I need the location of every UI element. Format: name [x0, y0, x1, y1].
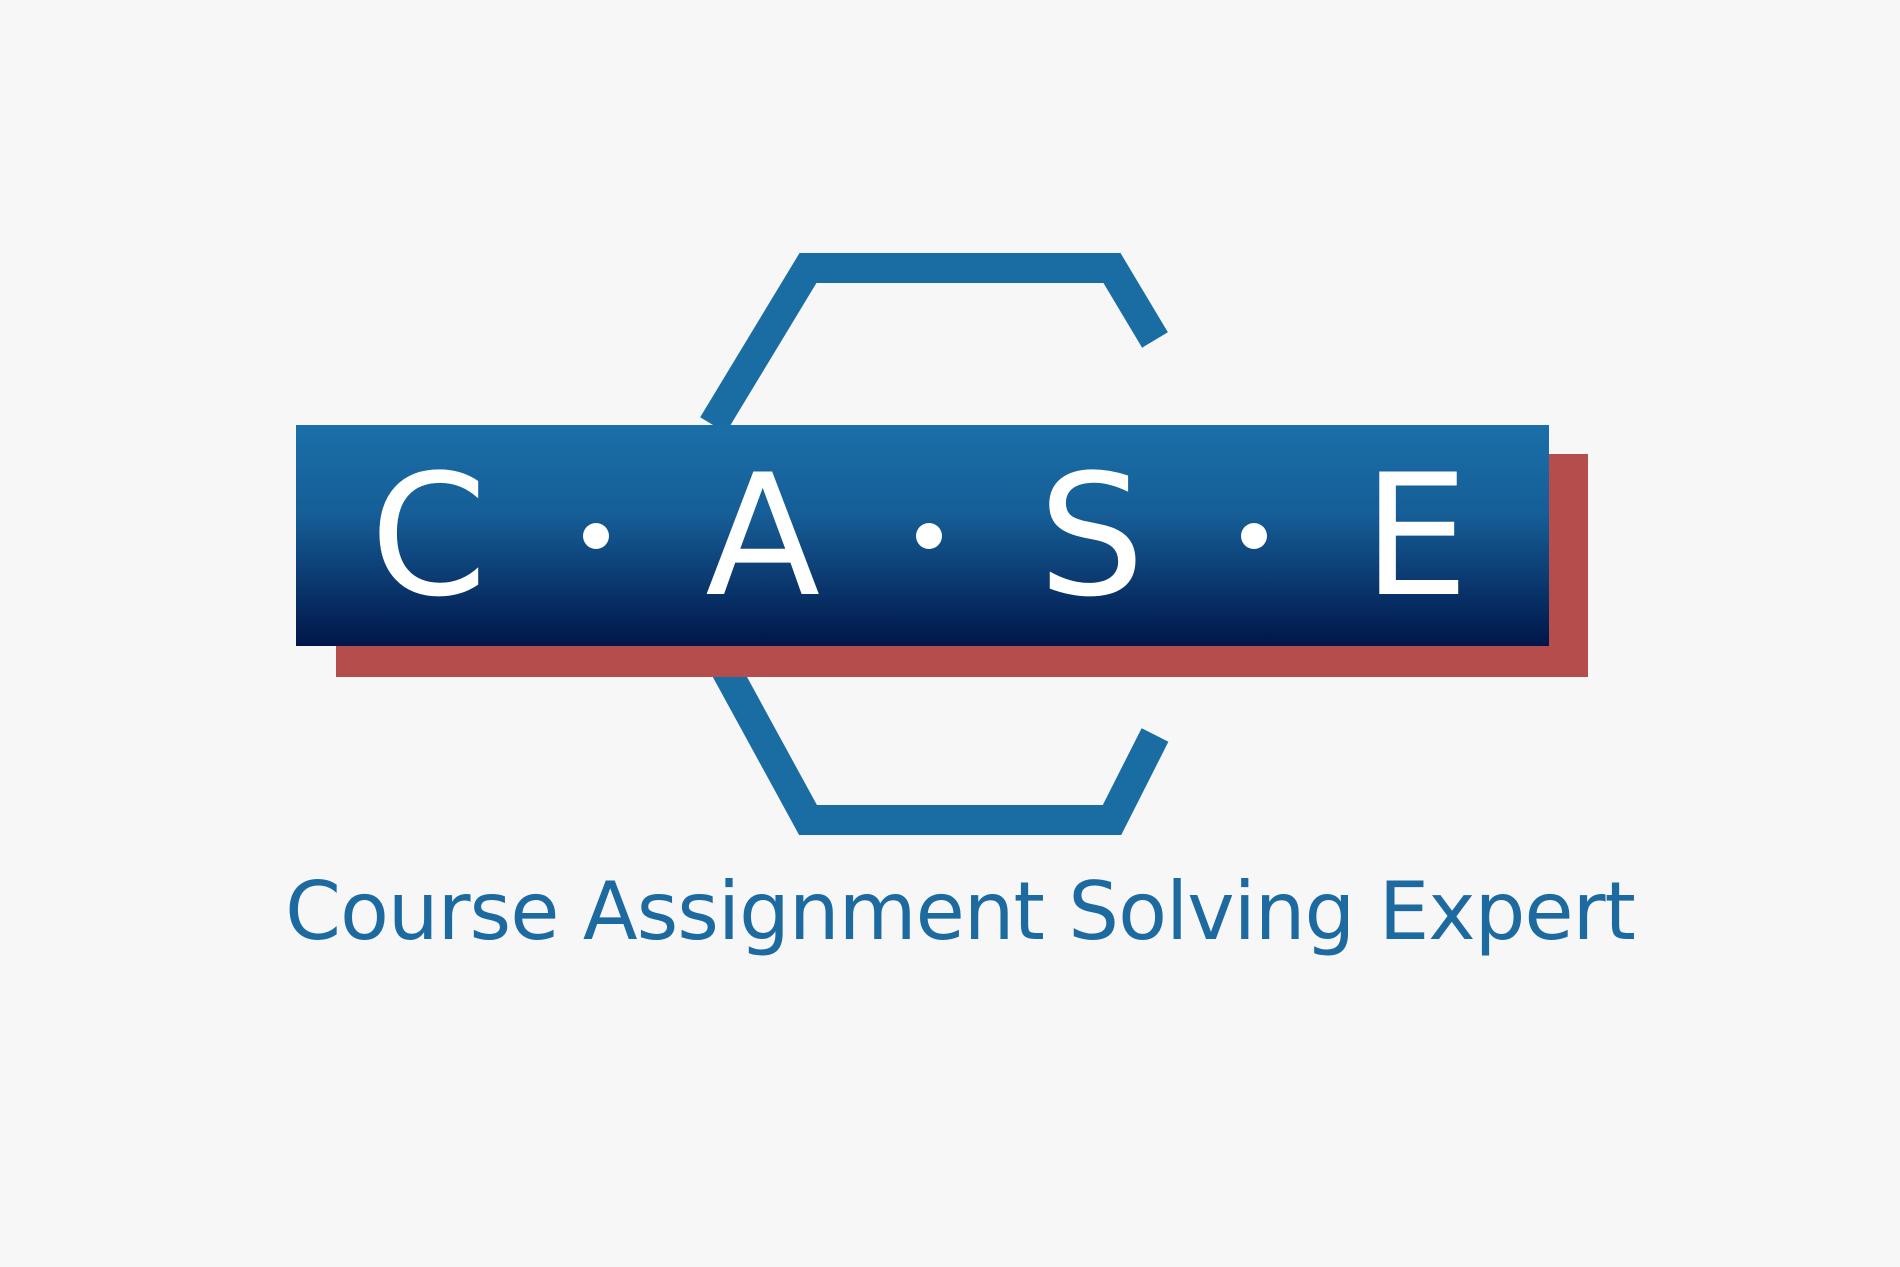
logo-tagline: Course Assignment Solving Expert — [285, 865, 1636, 958]
case-logo: C A S E Course Assignment Solving Expert — [0, 0, 1900, 1267]
wordmark-letter: A — [705, 437, 821, 634]
separator-dot-icon — [583, 522, 610, 549]
hexagon-c-outline — [700, 253, 1168, 433]
separator-dot-icon — [1240, 522, 1267, 549]
wordmark-letter: S — [1038, 437, 1145, 634]
case-wordmark: C A S E — [296, 425, 1549, 646]
wordmark-letter: C — [370, 437, 488, 634]
separator-dot-icon — [916, 522, 943, 549]
wordmark-letter: E — [1362, 437, 1469, 634]
